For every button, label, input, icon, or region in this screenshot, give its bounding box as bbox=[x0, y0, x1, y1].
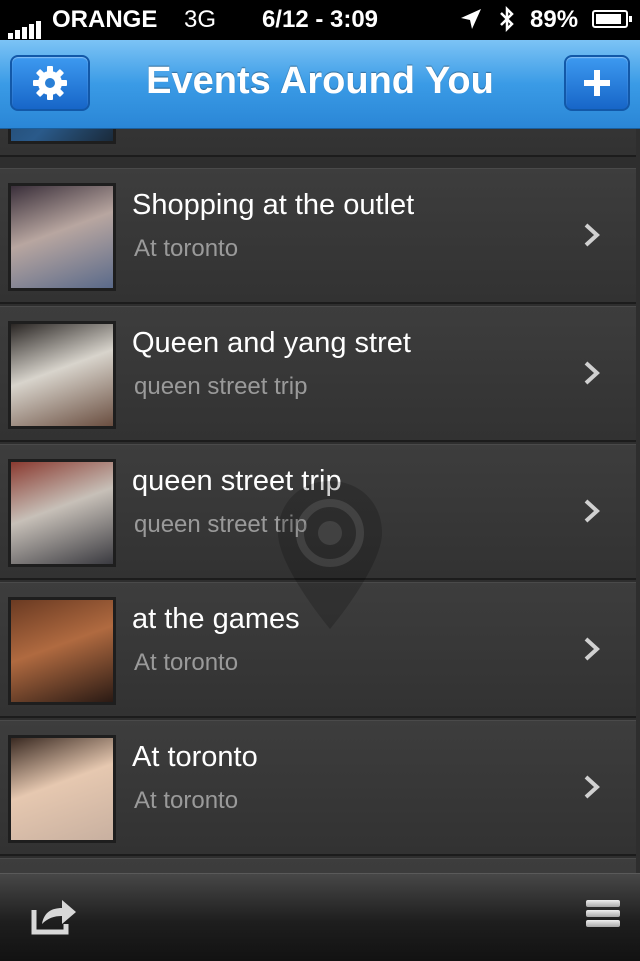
list-item-partial[interactable] bbox=[0, 858, 636, 873]
event-thumbnail bbox=[8, 321, 116, 429]
event-title: Queen and yang stret bbox=[132, 327, 411, 359]
event-subtitle: At toronto bbox=[134, 649, 239, 676]
event-thumbnail bbox=[8, 183, 116, 291]
menu-button[interactable] bbox=[586, 900, 620, 930]
list-item[interactable]: queen street trip queen street trip bbox=[0, 444, 636, 580]
list-item[interactable]: at the games At toronto bbox=[0, 582, 636, 718]
list-item[interactable]: Shopping at the outlet At toronto bbox=[0, 168, 636, 304]
add-event-button[interactable] bbox=[564, 55, 630, 111]
bottom-toolbar bbox=[0, 873, 640, 961]
status-bar: ORANGE 3G 6/12 - 3:09 89% bbox=[0, 0, 640, 40]
event-thumbnail bbox=[8, 129, 116, 144]
battery-icon bbox=[592, 10, 632, 28]
bluetooth-icon bbox=[498, 5, 516, 40]
chevron-right-icon bbox=[584, 361, 600, 385]
event-title: at the games bbox=[132, 603, 300, 635]
event-title: Shopping at the outlet bbox=[132, 189, 415, 221]
event-thumbnail bbox=[8, 459, 116, 567]
event-subtitle: At toronto bbox=[134, 787, 239, 814]
event-title: At toronto bbox=[132, 741, 258, 773]
page-title: Events Around You bbox=[146, 60, 494, 102]
location-arrow-icon bbox=[459, 7, 483, 38]
chevron-right-icon bbox=[584, 499, 600, 523]
share-button[interactable] bbox=[30, 896, 78, 941]
list-item-partial[interactable] bbox=[0, 129, 636, 157]
navigation-bar: Events Around You bbox=[0, 40, 640, 129]
battery-percent: 89% bbox=[530, 6, 579, 33]
chevron-right-icon bbox=[584, 637, 600, 661]
event-title: queen street trip bbox=[132, 465, 342, 497]
list-item[interactable]: Queen and yang stret queen street trip bbox=[0, 306, 636, 442]
chevron-right-icon bbox=[584, 223, 600, 247]
menu-icon bbox=[586, 900, 620, 927]
event-subtitle: At toronto bbox=[134, 235, 239, 262]
chevron-right-icon bbox=[584, 775, 600, 799]
share-icon bbox=[31, 900, 76, 935]
plus-icon bbox=[584, 70, 610, 96]
event-subtitle: queen street trip bbox=[134, 373, 308, 400]
event-thumbnail bbox=[8, 597, 116, 705]
event-list[interactable]: Shopping at the outlet At toronto Queen … bbox=[0, 129, 640, 873]
event-subtitle: queen street trip bbox=[134, 511, 308, 538]
event-thumbnail bbox=[8, 735, 116, 843]
list-item[interactable]: At toronto At toronto bbox=[0, 720, 636, 856]
